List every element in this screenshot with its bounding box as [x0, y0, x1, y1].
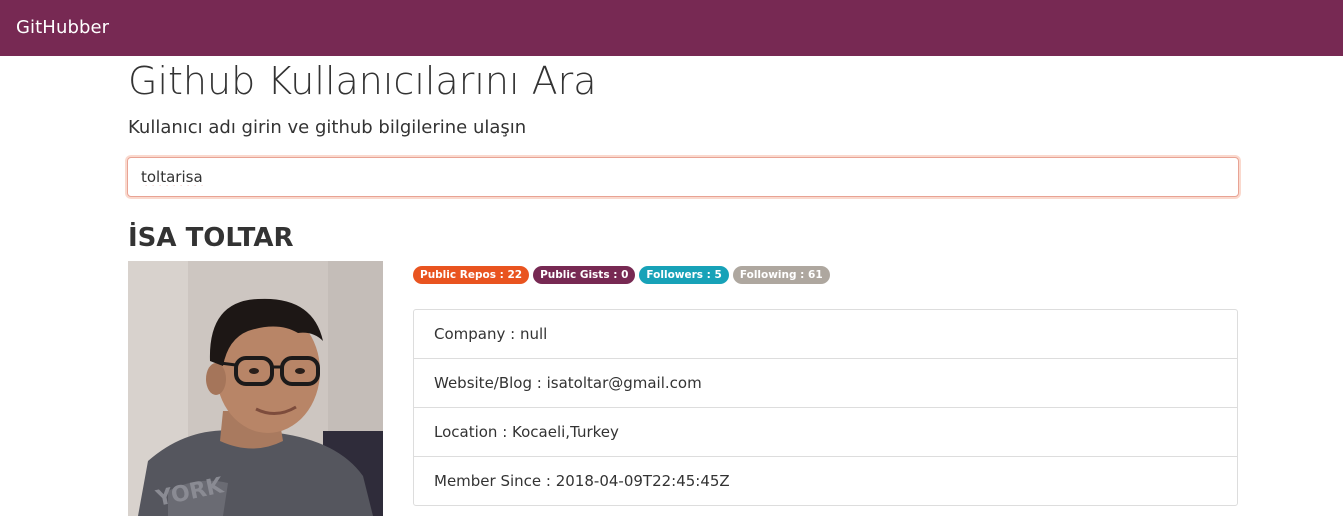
badge-public-gists[interactable]: Public Gists : 0 [533, 266, 636, 284]
brand-link[interactable]: GitHubber [16, 16, 109, 40]
profile-details-list: Company : null Website/Blog : isatoltar@… [413, 309, 1238, 506]
detail-location: Location : Kocaeli,Turkey [414, 407, 1237, 456]
page-subtitle: Kullanıcı adı girin ve github bilgilerin… [128, 117, 527, 138]
badge-followers[interactable]: Followers : 5 [639, 266, 729, 284]
badge-following[interactable]: Following : 61 [732, 266, 830, 284]
page-title: Github Kullanıcılarını Ara [128, 59, 597, 103]
detail-website: Website/Blog : isatoltar@gmail.com [414, 358, 1237, 407]
detail-member-since: Member Since : 2018-04-09T22:45:45Z [414, 456, 1237, 505]
avatar: YORK [128, 261, 383, 516]
badge-public-repos[interactable]: Public Repos : 22 [413, 266, 530, 284]
stats-badges: Public Repos : 22 Public Gists : 0 Follo… [413, 266, 830, 284]
profile-name: İSA TOLTAR [128, 223, 294, 253]
detail-company: Company : null [434, 325, 548, 343]
search-input[interactable] [127, 157, 1239, 197]
navbar: GitHubber [0, 0, 1343, 56]
